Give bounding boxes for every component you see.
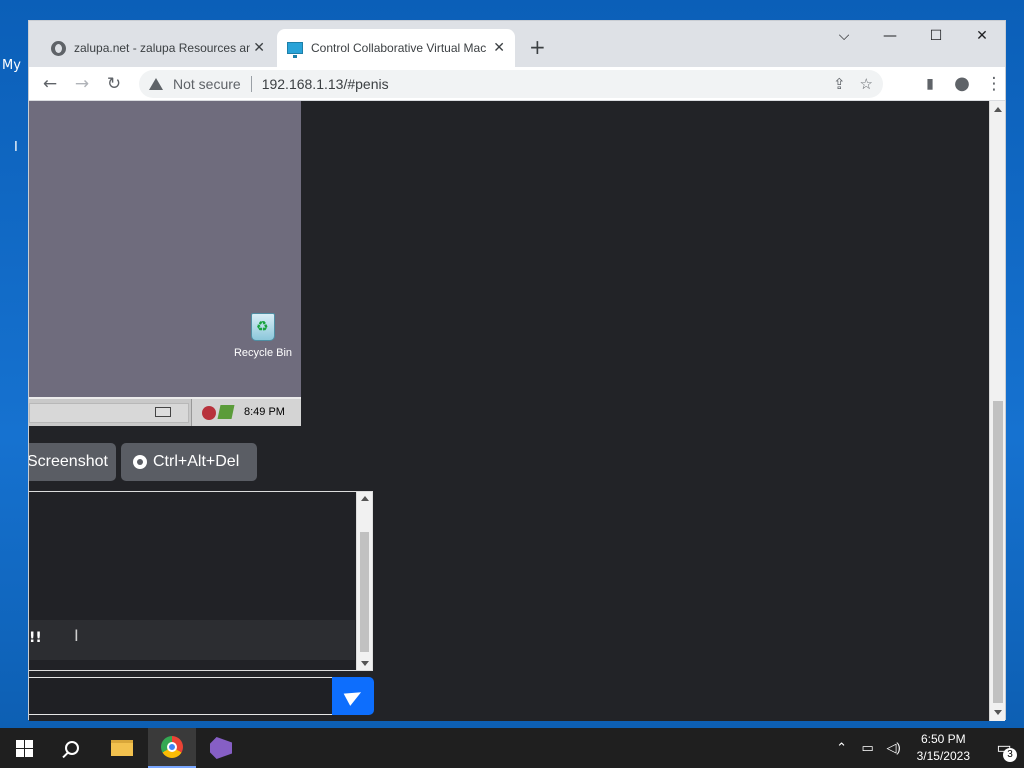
close-tab-icon[interactable]: ✕ [253, 39, 265, 56]
profile-icon[interactable]: ● [949, 71, 975, 97]
chat-scrollbar[interactable] [356, 492, 372, 670]
network-icon[interactable]: ▭ [859, 740, 877, 756]
folder-icon [111, 740, 133, 756]
vm-system-tray: 8:49 PM [191, 399, 301, 426]
clock-time: 6:50 PM [920, 732, 966, 746]
search-icon [65, 741, 79, 755]
window-controls: ⌵ — ☐ ✕ [821, 21, 1005, 51]
clock[interactable]: 6:50 PM 3/15/2023 [917, 731, 970, 765]
divider [250, 76, 252, 92]
scroll-up-icon[interactable] [994, 107, 1002, 112]
scroll-down-icon[interactable] [994, 710, 1002, 715]
windows-taskbar: ⌃ ▭ ◁) 6:50 PM 3/15/2023 ▭ 3 [0, 728, 1024, 768]
keyboard-icon[interactable] [155, 407, 171, 417]
tab-collabvm[interactable]: Control Collaborative Virtual Machine ✕ [277, 29, 515, 67]
reload-button[interactable]: ↻ [101, 71, 127, 97]
chrome-window: zalupa.net - zalupa Resources and ✕ Cont… [28, 20, 1006, 721]
start-button[interactable] [0, 728, 48, 768]
chrome-icon [161, 736, 183, 758]
vm-taskbar: 8:49 PM [29, 397, 301, 426]
ctrl-alt-del-button[interactable]: Ctrl+Alt+Del [121, 443, 257, 481]
scroll-down-icon[interactable] [361, 661, 369, 666]
side-panel-icon[interactable]: ▮ [917, 71, 943, 97]
clock-date: 3/15/2023 [916, 749, 970, 763]
url-text[interactable]: 192.168.1.13/#penis [262, 76, 389, 92]
visual-studio-button[interactable] [197, 728, 245, 768]
scroll-thumb[interactable] [993, 401, 1003, 703]
screenshot-button[interactable]: Screenshot [29, 443, 116, 481]
volume-icon[interactable]: ◁) [885, 740, 903, 756]
back-button[interactable]: ← [37, 71, 63, 97]
menu-icon[interactable]: ⋮ [981, 71, 1007, 97]
system-tray: ⌃ ▭ ◁) 6:50 PM 3/15/2023 ▭ 3 [833, 728, 1024, 768]
close-window-button[interactable]: ✕ [959, 21, 1005, 51]
notification-badge: 3 [1003, 748, 1017, 762]
tab-title: Control Collaborative Virtual Machine [311, 41, 487, 55]
desktop-icon-label-2[interactable]: I [14, 140, 18, 155]
desktop-icon-label[interactable]: My [2, 58, 21, 73]
recycle-bin[interactable]: Recycle Bin [230, 313, 296, 359]
chat-log[interactable]: !! I [29, 491, 373, 671]
text-cursor-icon: I [74, 626, 79, 645]
tab-title: zalupa.net - zalupa Resources and [74, 41, 250, 55]
taskbar-search-button[interactable] [48, 728, 96, 768]
forward-button[interactable]: → [69, 71, 95, 97]
vm-clock[interactable]: 8:49 PM [244, 406, 285, 418]
scroll-thumb[interactable] [360, 532, 369, 652]
action-center-button[interactable]: ▭ 3 [984, 728, 1024, 768]
address-bar[interactable]: Not secure 192.168.1.13/#penis ⇪ ☆ [139, 70, 883, 98]
chevron-up-icon[interactable]: ⌃ [833, 740, 851, 756]
visual-studio-icon [210, 737, 232, 759]
chrome-taskbar-button[interactable] [148, 728, 196, 768]
page-content: Recycle Bin 8:49 PM Screenshot Ctrl+Alt+… [29, 101, 999, 721]
file-explorer-button[interactable] [98, 728, 146, 768]
share-icon[interactable]: ⇪ [833, 75, 846, 93]
network-icon[interactable] [217, 405, 235, 419]
globe-icon [51, 40, 66, 56]
bookmark-star-icon[interactable]: ☆ [860, 75, 873, 93]
windows-logo-icon [15, 739, 33, 757]
send-button[interactable] [332, 677, 374, 715]
page-scrollbar[interactable] [989, 101, 1005, 721]
tab-search-icon[interactable]: ⌵ [821, 21, 867, 51]
recycle-bin-icon [251, 313, 275, 341]
omnibox-actions: ⇪ ☆ [833, 70, 873, 98]
chat-input[interactable] [29, 677, 333, 715]
gear-icon [133, 455, 147, 469]
vm-display[interactable]: Recycle Bin 8:49 PM [29, 101, 301, 426]
monitor-icon [287, 42, 303, 58]
recycle-bin-label: Recycle Bin [233, 347, 293, 359]
close-tab-icon[interactable]: ✕ [493, 39, 505, 56]
screenshot-label: Screenshot [29, 453, 108, 470]
tab-strip: zalupa.net - zalupa Resources and ✕ Cont… [29, 21, 1005, 67]
security-status[interactable]: Not secure [173, 76, 241, 92]
new-tab-button[interactable]: + [529, 35, 546, 59]
scroll-up-icon[interactable] [361, 496, 369, 501]
minimize-button[interactable]: — [867, 21, 913, 51]
security-shield-icon[interactable] [202, 406, 216, 420]
chat-message-text: !! [29, 630, 42, 646]
maximize-button[interactable]: ☐ [913, 21, 959, 51]
ctrl-alt-del-label: Ctrl+Alt+Del [153, 453, 240, 470]
tab-zalupa[interactable]: zalupa.net - zalupa Resources and ✕ [43, 29, 275, 67]
browser-toolbar: ← → ↻ Not secure 192.168.1.13/#penis ⇪ ☆… [29, 67, 1005, 101]
warning-icon[interactable] [149, 78, 163, 90]
